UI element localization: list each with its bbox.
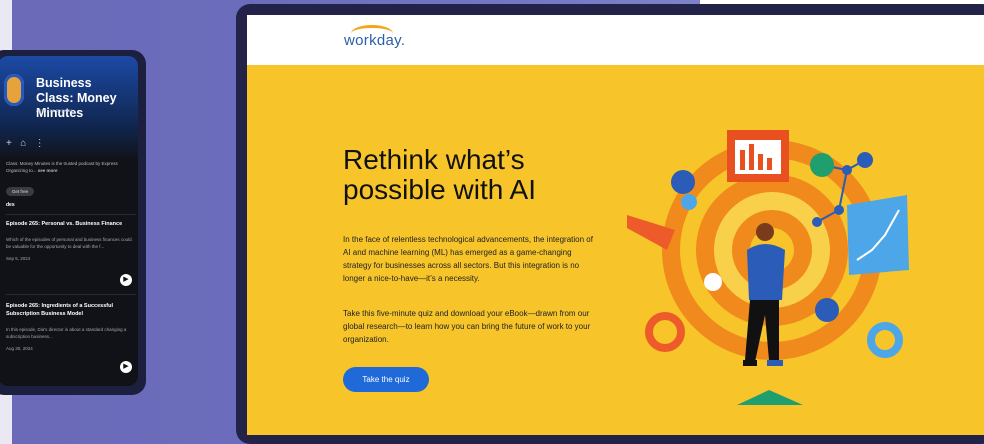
play-icon[interactable]: ▶: [120, 274, 132, 286]
episode-item[interactable]: Episode 265: Ingredients of a Successful…: [6, 302, 136, 351]
divider: [6, 214, 136, 215]
intro-paragraph: In the face of relentless technological …: [343, 235, 593, 283]
phone-device: Business Class: Money Minutes American E…: [0, 50, 146, 395]
podcast-app-screen: Business Class: Money Minutes American E…: [0, 56, 138, 386]
episode-item[interactable]: Episode 265: Personal vs. Business Finan…: [6, 220, 136, 261]
episode-description: Which of the episodes of personal and bu…: [6, 237, 132, 249]
pie-chip: [671, 170, 695, 194]
play-icon[interactable]: ▶: [120, 361, 132, 373]
episode-description: In this episode, Dia's director is about…: [6, 327, 127, 339]
line-chart-card: [847, 195, 909, 275]
laptop-device: workday. Rethink what’s possible with AI…: [236, 4, 984, 444]
triangle-shape: [737, 390, 803, 405]
bar-chart-card: [727, 130, 789, 182]
see-more-link[interactable]: see more: [38, 168, 58, 173]
ai-illustration: [627, 130, 909, 405]
more-icon[interactable]: ⋮: [35, 138, 45, 149]
add-icon[interactable]: +: [6, 138, 12, 149]
podcast-description: Class: Money Minutes is the trusted podc…: [6, 161, 118, 173]
follow-pill[interactable]: Get free: [6, 187, 34, 196]
podcast-title: Business Class: Money Minutes: [36, 76, 117, 120]
podcast-actions: + ⌂ ⋮: [6, 138, 45, 149]
page-headline: Rethink what’s possible with AI: [343, 144, 536, 205]
pie-chip: [681, 194, 697, 210]
take-quiz-button[interactable]: Take the quiz: [343, 367, 429, 392]
divider: [6, 294, 136, 295]
quiz-paragraph: Take this five-minute quiz and download …: [343, 309, 591, 344]
episode-date: Aug 30, 2024: [6, 346, 33, 351]
episode-title: Episode 265: Personal vs. Business Finan…: [6, 221, 123, 227]
episodes-heading: des: [6, 202, 15, 208]
podcast-publisher: American Express: [36, 108, 73, 113]
site-header: workday.: [247, 15, 984, 65]
pie-chip: [815, 298, 839, 322]
pie-chip: [704, 273, 722, 291]
home-icon[interactable]: ⌂: [20, 138, 26, 149]
episode-title: Episode 265: Ingredients of a Successful…: [6, 303, 113, 317]
podcast-cover-art: [4, 74, 24, 106]
landing-page: workday. Rethink what’s possible with AI…: [247, 15, 984, 435]
donut-chart: [867, 322, 903, 358]
donut-chart: [645, 312, 685, 352]
workday-logo[interactable]: workday.: [344, 32, 405, 49]
episode-date: Sep 5, 2024: [6, 256, 31, 261]
